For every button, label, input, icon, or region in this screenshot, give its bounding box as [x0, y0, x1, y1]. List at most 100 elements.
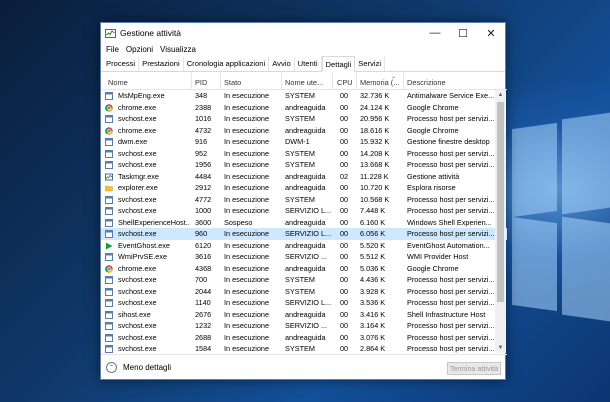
table-row[interactable]: svchost.exe 1140 In esecuzione SERVIZIO L..…	[101, 297, 507, 309]
minimize-button[interactable]: —	[421, 23, 449, 43]
column-header-user[interactable]: Nome ute...	[285, 78, 323, 87]
table-row[interactable]: explorer.exe 2912 In esecuzione andreaguida…	[101, 182, 507, 194]
table-row[interactable]: svchost.exe 4772 In esecuzione SYSTEM 00 10.5…	[101, 194, 507, 206]
table-row[interactable]: svchost.exe 700 In esecuzione SYSTEM 00 4.436…	[101, 274, 507, 286]
cell-memory: 10.568 K	[360, 194, 390, 204]
column-header-name[interactable]: Nome	[108, 78, 128, 87]
table-row[interactable]: ShellExperienceHost... 3600 Sospeso andreag…	[101, 217, 507, 229]
table-row[interactable]: Taskmgr.exe 4484 In esecuzione andreaguida 0…	[101, 171, 507, 183]
cell-cpu: 00	[340, 137, 349, 146]
cell-description: Antimalware Service Exe...	[407, 91, 495, 100]
table-row[interactable]: svchost.exe 1956 In esecuzione SYSTEM 00 13.6…	[101, 159, 507, 171]
tab-processes[interactable]: Processi	[103, 57, 140, 71]
cell-user: SERVIZIO ...	[285, 321, 328, 330]
cell-memory: 15.932 K	[360, 137, 390, 146]
table-row[interactable]: svchost.exe 1016 In esecuzione SYSTEM 00 20.9…	[101, 113, 507, 125]
cell-cpu: 00	[340, 217, 349, 227]
cell-name: sihost.exe	[118, 309, 151, 319]
cell-user: SYSTEM	[285, 275, 316, 284]
scroll-up-icon[interactable]: ▲	[495, 92, 506, 98]
cell-name: WmiPrvSE.exe	[118, 252, 168, 261]
cell-description: Processo host per servizi...	[407, 206, 495, 215]
cell-cpu: 00	[340, 114, 349, 123]
table-row[interactable]: svchost.exe 960 In esecuzione SERVIZIO L...…	[101, 228, 507, 240]
column-header-description[interactable]: Descrizione	[407, 78, 446, 87]
cell-description: Processo host per servizi...	[407, 148, 495, 158]
cell-cpu: 00	[340, 91, 349, 100]
menu-view[interactable]: Visualizza	[160, 45, 196, 54]
cell-cpu: 00	[340, 321, 349, 330]
cell-state: In esecuzione	[224, 240, 270, 250]
cell-description: Google Chrome	[407, 263, 459, 273]
column-header-memory[interactable]: Memoria (...	[360, 78, 399, 87]
cell-state: In esecuzione	[224, 148, 270, 158]
close-button[interactable]: ✕	[477, 23, 505, 43]
cell-memory: 10.720 K	[360, 183, 390, 192]
cell-pid: 4368	[195, 263, 212, 273]
cell-memory: 5.036 K	[360, 263, 386, 273]
cell-cpu: 00	[340, 309, 349, 319]
cell-state: In esecuzione	[224, 160, 270, 169]
exe-icon	[105, 310, 113, 319]
table-row[interactable]: MsMpEng.exe 348 In esecuzione SYSTEM 00 32.73…	[101, 90, 507, 102]
cell-name: ShellExperienceHost...	[118, 217, 190, 227]
menu-file[interactable]: File	[106, 45, 119, 54]
cell-pid: 348	[195, 91, 208, 100]
title-bar[interactable]: Gestione attività — ☐ ✕	[101, 23, 505, 43]
end-task-button[interactable]: Termina attività	[447, 362, 501, 375]
cell-name: chrome.exe	[118, 102, 157, 112]
cell-user: DWM-1	[285, 137, 310, 146]
tab-bar: Processi Prestazioni Cronologia applicaz…	[101, 56, 505, 72]
cell-pid: 4772	[195, 194, 212, 204]
cell-pid: 2912	[195, 183, 212, 192]
tab-users[interactable]: Utenti	[295, 57, 322, 71]
column-header-pid[interactable]: PID	[195, 78, 207, 87]
table-row[interactable]: svchost.exe 2688 In esecuzione andreaguida 0…	[101, 332, 507, 344]
cell-user: andreaguida	[285, 309, 326, 319]
column-header-state[interactable]: Stato	[224, 78, 241, 87]
exe-icon	[105, 92, 113, 100]
details-table: Nome PID Stato Nome ute... CPU ⌄ Memoria…	[101, 73, 507, 353]
cell-memory: 5.512 K	[360, 252, 386, 261]
table-row[interactable]: svchost.exe 1000 In esecuzione SERVIZIO L..…	[101, 205, 507, 217]
table-row[interactable]: sihost.exe 2676 In esecuzione andreaguida 00…	[101, 309, 507, 321]
cell-user: SYSTEM	[285, 194, 316, 204]
exe-icon	[105, 218, 113, 227]
vertical-scrollbar[interactable]: ▲ ▼	[495, 90, 506, 353]
cell-description: Windows Shell Experien...	[407, 217, 492, 227]
exe-icon	[105, 253, 113, 261]
column-header-cpu[interactable]: CPU	[337, 78, 353, 87]
table-row[interactable]: svchost.exe 2044 In esecuzione SYSTEM 00 3.92…	[101, 286, 507, 298]
tab-details[interactable]: Dettagli	[321, 56, 356, 72]
scrollbar-thumb[interactable]	[497, 102, 504, 302]
table-row[interactable]: WmiPrvSE.exe 3616 In esecuzione SERVIZIO ..…	[101, 251, 507, 263]
cell-cpu: 00	[340, 332, 349, 342]
chrome-icon	[105, 126, 113, 135]
less-details-button[interactable]: ⌃ Meno dettagli	[106, 362, 171, 373]
footer-bar: ⌃ Meno dettagli Termina attività	[101, 354, 507, 380]
maximize-button[interactable]: ☐	[449, 23, 477, 43]
tab-startup[interactable]: Avvio	[269, 57, 295, 71]
table-row[interactable]: EventGhost.exe 6120 In esecuzione andreagui…	[101, 240, 507, 252]
table-row[interactable]: svchost.exe 952 In esecuzione SYSTEM 00 14.20…	[101, 148, 507, 160]
table-header: Nome PID Stato Nome ute... CPU ⌄ Memoria…	[101, 73, 507, 90]
cell-description: Processo host per servizi...	[407, 332, 495, 342]
table-row[interactable]: dwm.exe 916 In esecuzione DWM-1 00 15.932 K Ge…	[101, 136, 507, 148]
cell-cpu: 02	[340, 171, 349, 181]
menu-options[interactable]: Opzioni	[126, 45, 153, 54]
tab-performance[interactable]: Prestazioni	[139, 57, 184, 71]
exe-icon	[105, 299, 113, 307]
scroll-down-icon[interactable]: ▼	[495, 345, 506, 351]
cell-pid: 1232	[195, 321, 212, 330]
cell-pid: 700	[195, 275, 208, 284]
cell-pid: 1016	[195, 114, 212, 123]
table-row[interactable]: chrome.exe 4368 In esecuzione andreaguida 00…	[101, 263, 507, 275]
cell-cpu: 00	[340, 275, 349, 284]
table-row[interactable]: chrome.exe 4732 In esecuzione andreaguida 00…	[101, 125, 507, 137]
less-details-label: Meno dettagli	[123, 363, 172, 372]
tab-app-history[interactable]: Cronologia applicazioni	[184, 57, 270, 71]
table-row[interactable]: chrome.exe 2388 In esecuzione andreaguida 00…	[101, 102, 507, 114]
tab-services[interactable]: Servizi	[355, 57, 386, 71]
table-row[interactable]: svchost.exe 1584 In esecuzione SYSTEM 00 2.86…	[101, 343, 507, 353]
table-row[interactable]: svchost.exe 1232 In esecuzione SERVIZIO ...…	[101, 320, 507, 332]
